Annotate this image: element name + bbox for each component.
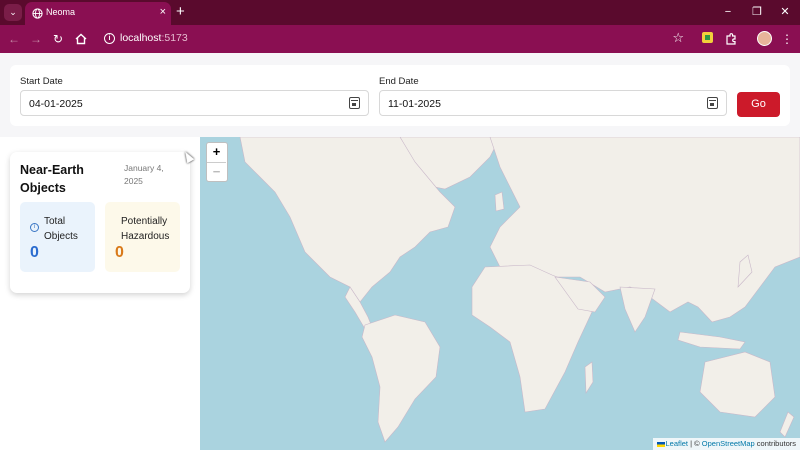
date-range-form: Start Date 04-01-2025 End Date 11-01-202… (10, 65, 790, 126)
zoom-out-button[interactable]: − (207, 162, 226, 180)
close-icon[interactable]: ✕ (777, 4, 793, 20)
landmass-australia (699, 351, 776, 418)
card-date: January 4, 2025 (124, 163, 164, 186)
back-icon[interactable]: ← (6, 31, 22, 47)
leaflet-link[interactable]: Leaflet (666, 439, 689, 448)
hazardous-label: Potentially Hazardous (121, 216, 170, 242)
puzzle-icon[interactable] (723, 31, 739, 47)
landmass-south-america (361, 314, 441, 443)
tab-search-button[interactable]: ⌄ (4, 4, 22, 21)
landmass-new-zealand (779, 411, 795, 438)
map-tiles (239, 137, 800, 443)
page: Start Date 04-01-2025 End Date 11-01-202… (0, 53, 800, 450)
restore-icon[interactable]: ❐ (749, 4, 765, 20)
zoom-control: + − (206, 142, 228, 182)
info-icon: i (30, 223, 39, 232)
forward-icon[interactable]: → (28, 31, 44, 47)
total-objects-stat: i Total Objects 0 (20, 202, 95, 272)
end-date-input[interactable]: 11-01-2025 (379, 90, 727, 116)
avatar[interactable] (757, 31, 772, 46)
neo-summary-card: Near-Earth Objects January 4, 2025 i Tot… (10, 152, 190, 293)
landmass-indonesia (677, 331, 746, 350)
hazardous-stat: Potentially Hazardous 0 (105, 202, 180, 272)
url-text[interactable]: localhost:5173 (120, 32, 188, 44)
end-date-label: End Date (379, 76, 419, 87)
osm-link[interactable]: OpenStreetMap (702, 439, 755, 448)
start-date-input[interactable]: 04-01-2025 (20, 90, 369, 116)
sidebar: Near-Earth Objects January 4, 2025 i Tot… (0, 137, 200, 450)
total-objects-value: 0 (30, 244, 39, 261)
browser-toolbar: ← → ↻ i localhost:5173 ☆ ⋮ (0, 25, 800, 53)
hazardous-value: 0 (115, 244, 124, 261)
start-date-label: Start Date (20, 76, 63, 87)
new-tab-button[interactable]: + (176, 3, 185, 20)
landmass-madagascar (584, 361, 594, 394)
calendar-icon[interactable] (349, 97, 360, 109)
map-attribution: Leaflet | © OpenStreetMap contributors (652, 438, 800, 450)
zoom-in-button[interactable]: + (207, 143, 226, 161)
total-objects-label: Total Objects (44, 216, 78, 242)
tab-title: Neoma (46, 7, 76, 17)
landmass-india (619, 286, 656, 333)
calendar-icon[interactable] (707, 97, 718, 109)
end-date-value[interactable]: 11-01-2025 (388, 98, 441, 110)
tab-close-button[interactable]: × (160, 5, 166, 20)
globe-icon (32, 8, 43, 19)
reload-icon[interactable]: ↻ (50, 31, 66, 47)
browser-tab[interactable]: Neoma × (25, 2, 171, 25)
world-map[interactable]: + − Leaflet | © OpenStreetMap contributo… (200, 137, 800, 450)
start-date-value[interactable]: 04-01-2025 (29, 98, 83, 110)
home-icon[interactable] (73, 31, 89, 47)
extension-icon[interactable] (702, 32, 713, 43)
minimize-icon[interactable]: − (720, 4, 736, 20)
go-button[interactable]: Go (737, 92, 780, 117)
star-icon[interactable]: ☆ (672, 30, 684, 46)
card-title: Near-Earth Objects (20, 163, 84, 195)
address-bar[interactable]: i localhost:5173 ☆ (98, 28, 690, 50)
ukraine-flag-icon (656, 441, 665, 447)
info-icon[interactable]: i (104, 33, 115, 44)
kebab-menu-icon[interactable]: ⋮ (779, 31, 795, 47)
tab-strip: ⌄ Neoma × + − ❐ ✕ (0, 0, 800, 25)
landmass-uk (494, 191, 505, 212)
